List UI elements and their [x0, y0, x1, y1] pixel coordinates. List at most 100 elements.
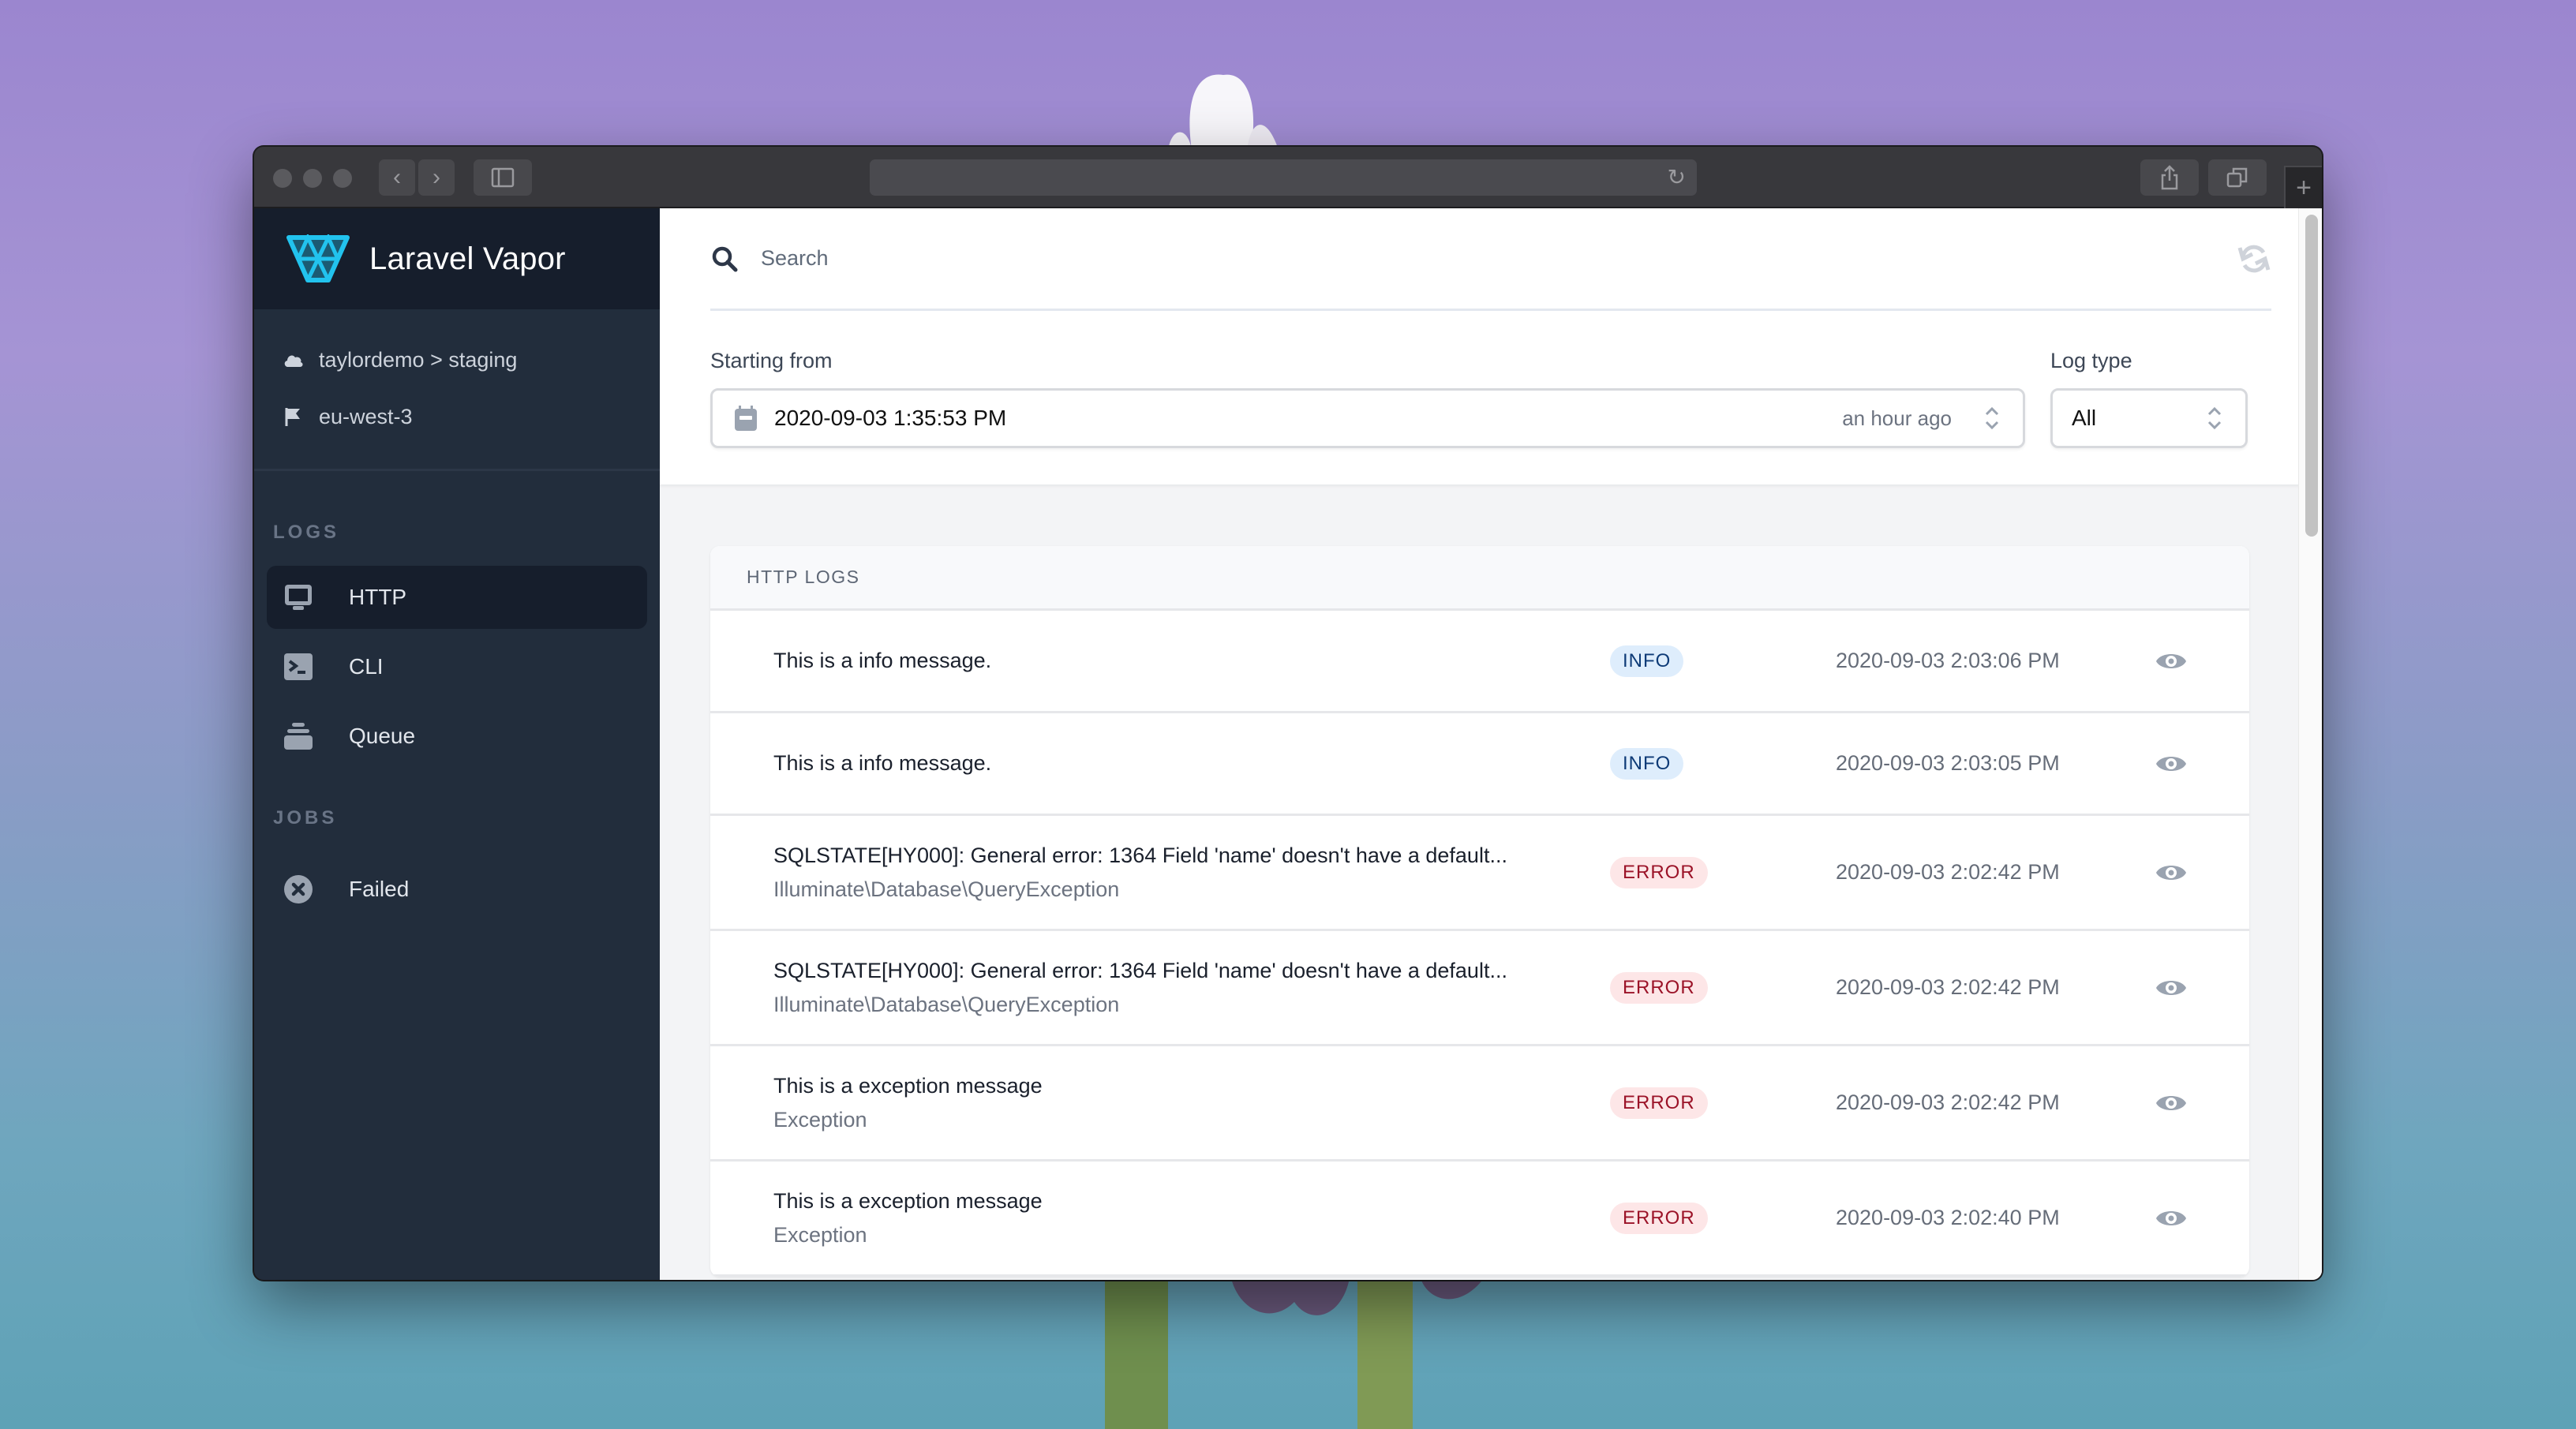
filters-panel: Starting from 2020-09-03 1:35:53 PM an h… [660, 208, 2322, 484]
starting-from-value: 2020-09-03 1:35:53 PM [774, 406, 1007, 430]
log-timestamp: 2020-09-03 2:02:40 PM [1836, 1206, 2060, 1229]
sidebar-item-http[interactable]: HTTP [267, 566, 647, 629]
search-input[interactable] [761, 246, 2237, 271]
http-logs-header: HTTP LOGS [710, 546, 2249, 611]
zoom-window-button[interactable] [333, 169, 352, 188]
log-message: SQLSTATE[HY000]: General error: 1364 Fie… [773, 843, 1507, 867]
refresh-icon[interactable] [2237, 241, 2271, 276]
address-bar[interactable]: ↻ [870, 159, 1697, 196]
share-button[interactable] [2140, 159, 2199, 196]
minimize-window-button[interactable] [303, 169, 322, 188]
eye-icon[interactable] [2155, 1206, 2188, 1230]
http-logs-card: HTTP LOGS This is a info message. INFO 2… [710, 546, 2249, 1277]
chevron-left-icon: ‹ [393, 164, 401, 190]
browser-window: ‹ › ↻ + Laravel Vapor taylordemo > stagi… [254, 147, 2322, 1280]
log-level-badge: ERROR [1610, 1202, 1708, 1234]
forward-button[interactable]: › [418, 159, 455, 196]
project-environment-label: taylordemo > staging [319, 347, 518, 372]
log-level-badge: INFO [1610, 645, 1684, 677]
close-window-button[interactable] [273, 169, 292, 188]
log-row[interactable]: This is a info message. INFO 2020-09-03 … [710, 713, 2249, 816]
region-label: eu-west-3 [319, 404, 413, 428]
log-message-block: This is a exception message Exception [773, 1189, 1531, 1248]
sidebar-item-cli-label: CLI [349, 654, 384, 679]
log-timestamp: 2020-09-03 2:02:42 PM [1836, 1090, 2060, 1114]
sidebar-item-queue[interactable]: Queue [267, 705, 647, 768]
log-message-block: SQLSTATE[HY000]: General error: 1364 Fie… [773, 844, 1531, 902]
sidebar-toggle-button[interactable] [474, 159, 532, 196]
eye-icon[interactable] [2155, 649, 2188, 673]
log-list: This is a info message. INFO 2020-09-03 … [710, 611, 2249, 1277]
log-level-badge: INFO [1610, 747, 1684, 780]
back-button[interactable]: ‹ [379, 159, 415, 196]
project-environment[interactable]: taylordemo > staging [254, 331, 660, 388]
eye-icon[interactable] [2155, 861, 2188, 885]
search-bar [710, 208, 2271, 311]
log-message: This is a exception message [773, 1073, 1043, 1098]
log-timestamp: 2020-09-03 2:02:42 PM [1836, 975, 2060, 999]
brand-name: Laravel Vapor [369, 241, 566, 276]
log-level-badge: ERROR [1610, 971, 1708, 1004]
tab-overview-button[interactable] [2208, 159, 2267, 196]
sidebar-item-failed[interactable]: Failed [267, 858, 647, 921]
log-row[interactable]: This is a info message. INFO 2020-09-03 … [710, 611, 2249, 713]
starting-from-field[interactable]: 2020-09-03 1:35:53 PM an hour ago [710, 388, 2025, 448]
eye-icon[interactable] [2155, 1091, 2188, 1115]
sidebar-item-failed-label: Failed [349, 877, 410, 901]
log-timestamp: 2020-09-03 2:02:42 PM [1836, 860, 2060, 884]
log-level-badge: ERROR [1610, 856, 1708, 888]
eye-icon[interactable] [2155, 976, 2188, 1000]
flag-icon [285, 408, 300, 426]
starting-from-relative: an hour ago [1842, 406, 1952, 430]
tabs-icon [2226, 167, 2248, 188]
log-exception-class: Illuminate\Database\QueryException [773, 992, 1120, 1016]
log-message-block: This is a info message. [773, 751, 1531, 776]
log-type-value: All [2072, 406, 2097, 430]
plus-icon: + [2296, 172, 2312, 203]
reload-icon[interactable]: ↻ [1668, 164, 1686, 190]
share-icon [2161, 165, 2178, 190]
sidebar-icon [491, 167, 515, 188]
log-row[interactable]: This is a exception message Exception ER… [710, 1046, 2249, 1162]
log-row[interactable]: SQLSTATE[HY000]: General error: 1364 Fie… [710, 931, 2249, 1046]
vapor-logo-icon [286, 234, 350, 282]
log-exception-class: Exception [773, 1107, 867, 1132]
main-content: Starting from 2020-09-03 1:35:53 PM an h… [660, 208, 2322, 1280]
log-row[interactable]: This is a exception message Exception ER… [710, 1162, 2249, 1277]
scrollbar-thumb[interactable] [2305, 215, 2318, 537]
calendar-icon [735, 406, 757, 431]
flower-stems-decoration [1105, 1278, 1484, 1429]
chevron-up-down-icon [1985, 406, 1999, 430]
log-timestamp: 2020-09-03 2:03:05 PM [1836, 751, 2060, 775]
new-tab-button[interactable]: + [2284, 166, 2322, 208]
sidebar-item-http-label: HTTP [349, 585, 407, 609]
log-exception-class: Exception [773, 1222, 867, 1247]
sidebar-item-cli[interactable]: CLI [267, 635, 647, 698]
browser-toolbar: ‹ › ↻ + [254, 147, 2322, 208]
desktop-icon [285, 585, 312, 610]
sidebar: Laravel Vapor taylordemo > staging eu-we… [254, 208, 660, 1280]
log-message: This is a info message. [773, 751, 992, 775]
brand[interactable]: Laravel Vapor [254, 208, 660, 309]
flower-petals-decoration [1168, 74, 1279, 150]
terminal-icon [284, 653, 313, 680]
scrollbar[interactable] [2298, 208, 2322, 1280]
chevron-right-icon: › [432, 164, 440, 190]
cloud-icon [284, 355, 303, 367]
eye-icon[interactable] [2155, 752, 2188, 776]
inbox-stack-icon [284, 723, 313, 750]
logs-section-title: LOGS [273, 522, 340, 543]
log-row[interactable]: SQLSTATE[HY000]: General error: 1364 Fie… [710, 816, 2249, 931]
log-timestamp: 2020-09-03 2:03:06 PM [1836, 649, 2060, 672]
x-circle-icon [284, 875, 313, 903]
sidebar-item-queue-label: Queue [349, 724, 416, 748]
log-exception-class: Illuminate\Database\QueryException [773, 877, 1120, 901]
vapor-app: Laravel Vapor taylordemo > staging eu-we… [254, 208, 2322, 1280]
jobs-section-title: JOBS [273, 807, 338, 829]
log-type-select[interactable]: All [2050, 388, 2248, 448]
log-message-block: SQLSTATE[HY000]: General error: 1364 Fie… [773, 959, 1531, 1017]
region[interactable]: eu-west-3 [254, 388, 660, 445]
log-level-badge: ERROR [1610, 1087, 1708, 1119]
log-message: This is a exception message [773, 1188, 1043, 1213]
log-message: This is a info message. [773, 649, 992, 672]
